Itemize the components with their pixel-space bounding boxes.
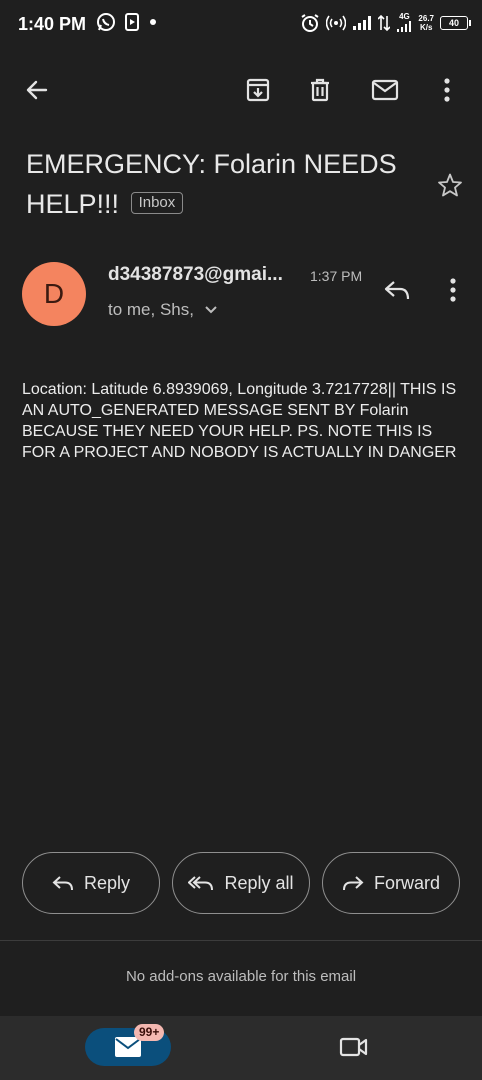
delete-icon [311, 78, 329, 102]
recipients-text: to me, Shs, [108, 300, 194, 319]
reply-all-label: Reply all [224, 872, 294, 893]
status-right-icons: 4G 26.7 K/s 40 [300, 12, 471, 33]
message-more-button[interactable] [431, 268, 475, 312]
more-vert-icon [450, 278, 456, 302]
reply-all-button[interactable]: Reply all [172, 852, 310, 914]
reply-button[interactable]: Reply [22, 852, 160, 914]
reply-label: Reply [83, 872, 131, 893]
archive-button[interactable] [236, 68, 280, 112]
sender-name[interactable]: d34387873@gmai... [108, 264, 283, 286]
star-button[interactable] [428, 163, 472, 207]
network-speed-value: 26.7 [418, 13, 434, 23]
reply-all-icon [188, 876, 214, 891]
star-icon [438, 173, 462, 197]
reply-icon [52, 876, 73, 891]
status-left-icons [96, 12, 158, 32]
sent-time: 1:37 PM [310, 268, 363, 284]
delete-button[interactable] [298, 68, 342, 112]
divider [0, 940, 482, 941]
chevron-down-icon [205, 306, 217, 314]
sender-avatar[interactable]: D [22, 262, 86, 326]
recipients-toggle[interactable]: to me, Shs, [108, 300, 218, 320]
mark-unread-button[interactable] [363, 68, 407, 112]
forward-label: Forward [373, 872, 440, 893]
more-vert-icon [444, 78, 450, 102]
back-button[interactable] [15, 68, 59, 112]
more-options-button[interactable] [425, 68, 469, 112]
email-body: Location: Latitude 6.8939069, Longitude … [22, 381, 457, 461]
unread-badge: 99+ [134, 1024, 165, 1041]
signal-4g-icon [397, 21, 412, 32]
hotspot-icon [326, 15, 347, 30]
forward-icon [342, 876, 364, 891]
quick-reply-button[interactable] [375, 268, 419, 312]
inbox-label-chip[interactable]: Inbox [130, 191, 184, 214]
mark-unread-icon [371, 79, 399, 101]
status-bar: 1:40 PM 4G 26.7 K/s 40 [0, 0, 482, 50]
media-notification-icon [125, 13, 139, 31]
network-speed: 26.7 K/s [418, 14, 434, 32]
reply-icon [384, 281, 410, 300]
status-time: 1:40 PM [18, 14, 87, 34]
whatsapp-icon [97, 13, 115, 31]
back-arrow-icon [26, 80, 48, 100]
network-type: 4G [399, 12, 410, 21]
battery-indicator: 40 [440, 15, 471, 30]
network-type-group: 4G [396, 12, 412, 33]
bottom-navigation [0, 1016, 482, 1080]
dot-icon [150, 19, 156, 25]
meet-tab[interactable] [332, 1028, 376, 1066]
addons-message: No add-ons available for this email [125, 968, 357, 985]
alarm-icon [301, 13, 319, 32]
archive-icon [246, 78, 270, 102]
signal-icon [353, 15, 372, 30]
forward-button[interactable]: Forward [322, 852, 460, 914]
subject-text: EMERGENCY: Folarin NEEDS HELP!!! [26, 149, 397, 219]
video-camera-icon [339, 1037, 368, 1057]
email-subject: EMERGENCY: Folarin NEEDS HELP!!! Inbox [26, 144, 416, 224]
data-transfer-icon [378, 14, 391, 31]
network-speed-unit: K/s [419, 22, 433, 32]
